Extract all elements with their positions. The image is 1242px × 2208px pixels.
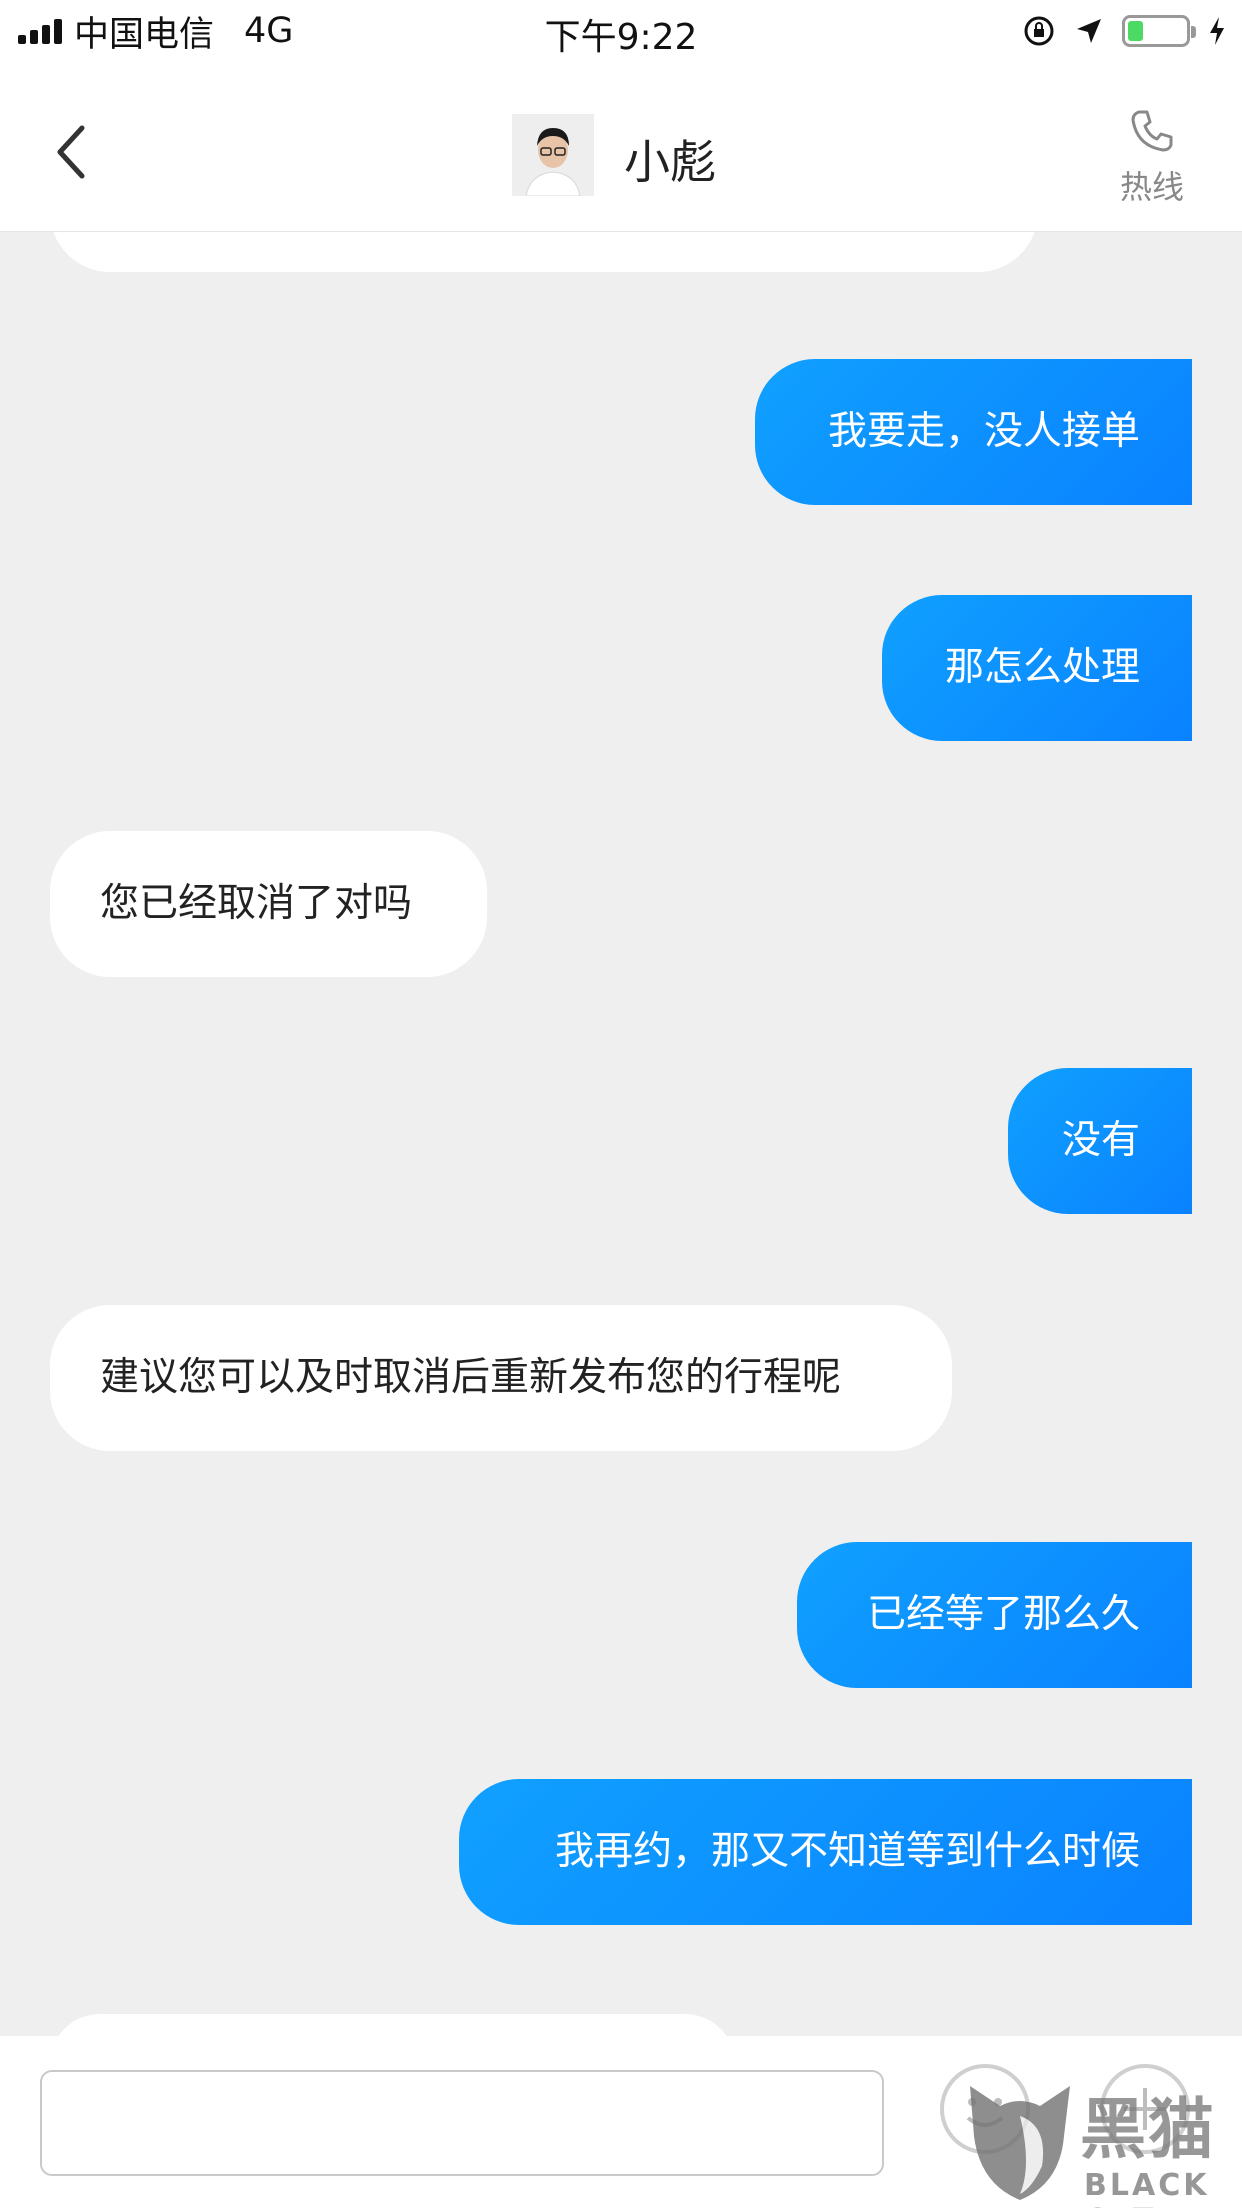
message-text: 您已经取消了对吗 <box>100 881 413 926</box>
message-bubble-outgoing[interactable]: 那怎么处理 <box>882 595 1192 741</box>
message-bubble-outgoing[interactable]: 已经等了那么久 <box>797 1542 1192 1688</box>
black-cat-logo-icon <box>970 2086 1070 2200</box>
location-icon <box>1077 19 1101 43</box>
battery-icon <box>1122 15 1196 47</box>
status-bar: 中国电信 4G 下午9:22 <box>0 0 1242 62</box>
hotline-label: 热线 <box>1119 168 1184 206</box>
message-text: 没有 <box>1061 1118 1140 1163</box>
rotation-lock-icon <box>1024 16 1054 46</box>
message-text: 建议您可以及时取消后重新发布您的行程呢 <box>100 1355 842 1400</box>
message-bubble-outgoing[interactable]: 我要走，没人接单 <box>755 359 1192 505</box>
message-text: 我要走，没人接单 <box>827 409 1140 454</box>
avatar[interactable] <box>512 114 594 196</box>
message-bubble-incoming[interactable]: 建议您可以及时取消后重新发布您的行程呢 <box>50 1305 952 1451</box>
message-text: 我再约，那又不知道等到什么时候 <box>554 1829 1140 1874</box>
message-bubble-incoming[interactable]: 您已经取消了对吗 <box>50 831 487 977</box>
message-text: 已经等了那么久 <box>866 1592 1140 1637</box>
chat-area[interactable]: 我要走，没人接单 那怎么处理 您已经取消了对吗 没有 建议您可以及时取消后重新发… <box>0 232 1242 2036</box>
person-avatar-icon <box>512 114 594 196</box>
status-right <box>1022 10 1226 52</box>
nav-bar: 小彪 热线 <box>0 62 1242 232</box>
contact-name: 小彪 <box>624 135 716 189</box>
phone-icon <box>1131 110 1173 152</box>
back-icon[interactable] <box>48 122 98 182</box>
charging-icon <box>1210 17 1224 45</box>
message-bubble-partial <box>50 2014 735 2036</box>
watermark: 黑猫 BLACK CAT <box>960 2076 1240 2208</box>
message-bubble-outgoing[interactable]: 我再约，那又不知道等到什么时候 <box>459 1779 1192 1925</box>
watermark-text-en: BLACK CAT <box>1084 2168 1210 2208</box>
hotline-button[interactable]: 热线 <box>1112 106 1192 208</box>
message-bubble-partial <box>50 232 1038 272</box>
message-input[interactable] <box>40 2070 884 2176</box>
message-text: 那怎么处理 <box>944 645 1140 690</box>
message-bubble-outgoing[interactable]: 没有 <box>1008 1068 1192 1214</box>
watermark-text-cn: 黑猫 <box>1080 2091 1216 2168</box>
